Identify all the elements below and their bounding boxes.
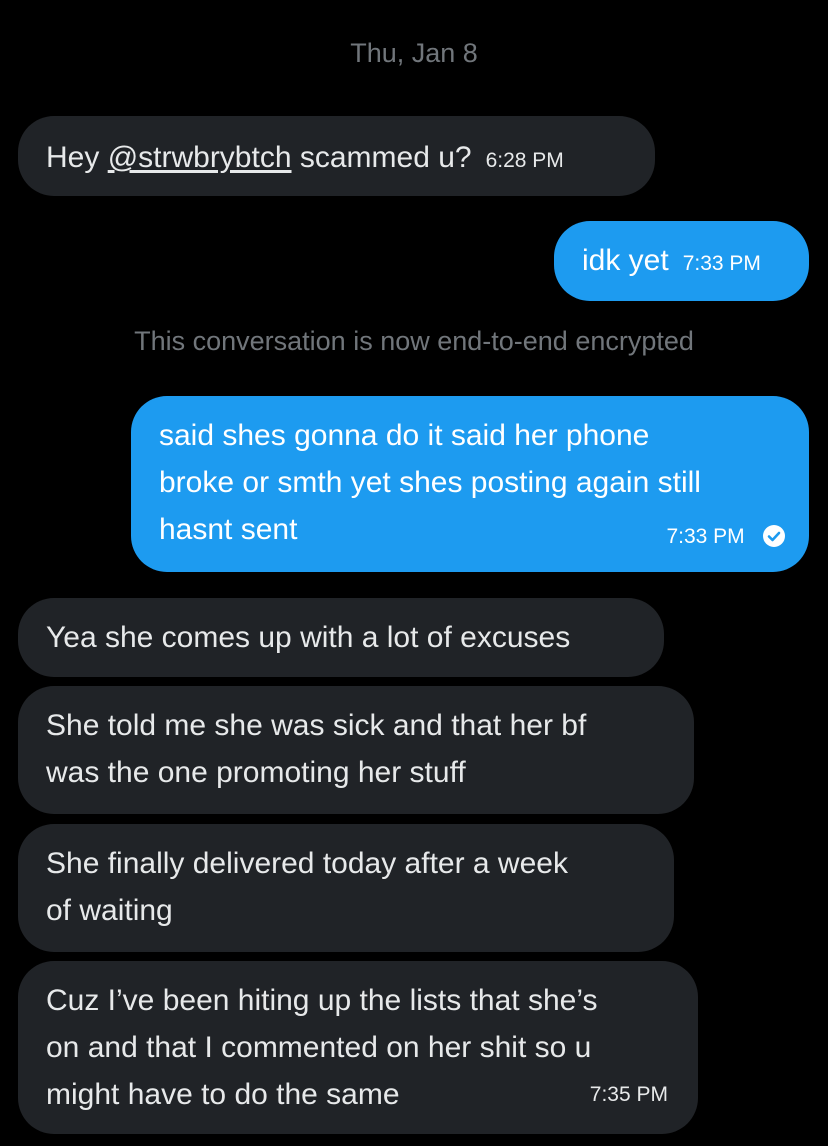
message-timestamp: 7:33 PM: [682, 252, 761, 275]
message-timestamp: 7:33 PM: [666, 525, 745, 548]
mention-link[interactable]: @strwbrybtch: [108, 134, 292, 181]
message-line: was the one promoting her stuff: [46, 756, 466, 789]
message-line: of waiting: [46, 894, 173, 927]
date-header: Thu, Jan 8: [350, 38, 478, 68]
message-line: She finally delivered today after a week: [46, 847, 568, 880]
message-line: broke or smth yet shes posting again sti…: [159, 466, 701, 499]
message-text: idk yet: [582, 244, 669, 277]
message-bubble-received[interactable]: Cuz I’ve been hiting up the lists that s…: [18, 961, 698, 1134]
message-bubble-received[interactable]: She told me she was sick and that her bf…: [18, 686, 694, 814]
message-line: might have to do the same: [46, 1078, 400, 1111]
message-line: on and that I commented on her shit so u: [46, 1031, 592, 1064]
message-bubble-received[interactable]: Yea she comes up with a lot of excuses: [18, 598, 664, 677]
message-text: Yea she comes up with a lot of excuses: [46, 621, 571, 654]
message-bubble-sent[interactable]: idk yet 7:33 PM: [554, 221, 809, 301]
message-line: said shes gonna do it said her phone: [159, 419, 650, 452]
message-timestamp: 7:35 PM: [589, 1083, 668, 1106]
message-suffix: scammed u?: [291, 141, 472, 174]
message-bubble-received[interactable]: Hey @strwbrybtch scammed u? 6:28 PM: [18, 116, 655, 196]
seen-check-icon: [763, 514, 785, 547]
encryption-notice: This conversation is now end-to-end encr…: [134, 326, 694, 356]
message-line: Cuz I’ve been hiting up the lists that s…: [46, 984, 598, 1017]
message-line: She told me she was sick and that her bf: [46, 709, 587, 742]
message-bubble-received[interactable]: She finally delivered today after a week…: [18, 824, 674, 952]
message-timestamp: 6:28 PM: [485, 149, 564, 172]
message-bubble-sent[interactable]: said shes gonna do it said her phone bro…: [131, 396, 809, 572]
message-meta: 7:33 PM: [666, 510, 785, 560]
message-prefix: Hey: [46, 141, 108, 174]
